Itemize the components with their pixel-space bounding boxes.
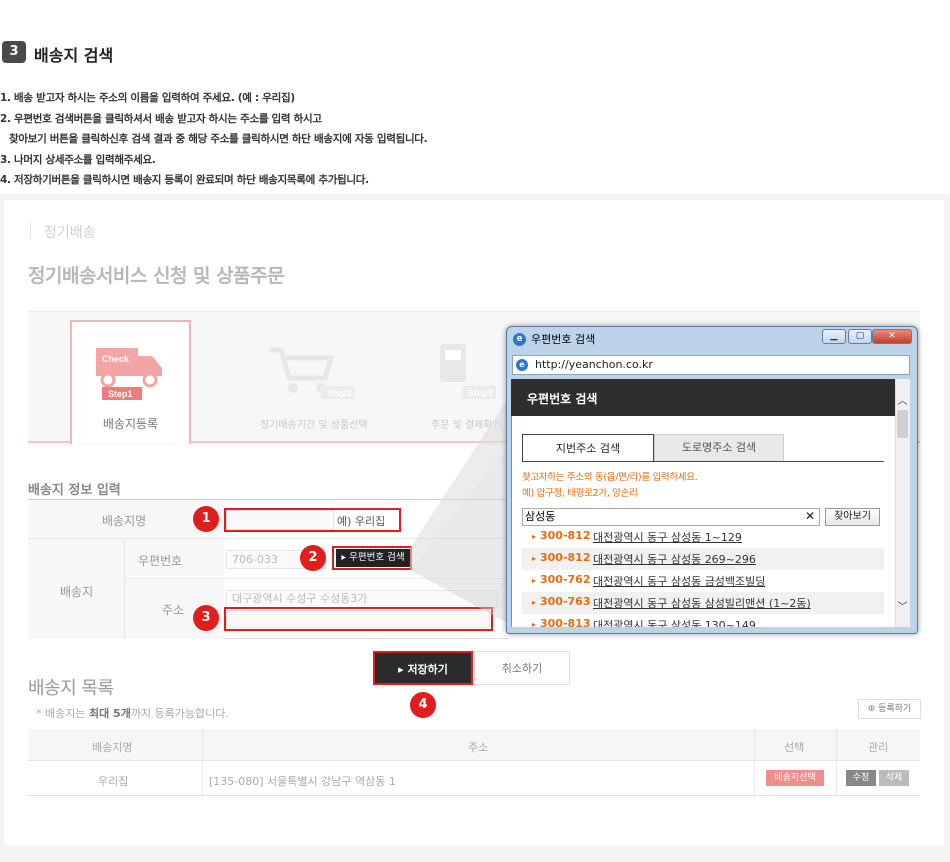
col-divider: [202, 729, 203, 796]
column-header-manage: 관리: [868, 741, 889, 754]
address-list-title: 배송지 목록: [28, 678, 114, 699]
delete-address-button[interactable]: 삭제: [879, 770, 909, 786]
tab-underline: [522, 461, 884, 462]
step-1-tag: Step1: [108, 389, 133, 399]
bullet-icon: ▸: [532, 620, 537, 627]
highlight-box-1: [224, 508, 401, 532]
browser-icon: e: [513, 333, 526, 346]
marker-3: 3: [193, 605, 219, 631]
cancel-button[interactable]: 취소하기: [474, 651, 570, 685]
guide-line-1: 1. 배송 받고자 하시는 주소의 이름을 입력하여 주세요. (예 : 우리집…: [0, 92, 295, 104]
cart-icon: Step2: [269, 347, 355, 399]
plus-circle-icon: ⊕: [867, 704, 879, 714]
row-address: [135-080] 서울특별시 강남구 역삼동 1: [209, 775, 396, 788]
column-header-select: 선택: [784, 741, 805, 754]
search-example: 예) 압구정, 태평로2가, 양손리: [522, 488, 638, 499]
address-input[interactable]: 대구광역시 수성구 수성동3가: [226, 590, 498, 608]
address-bar[interactable]: http://yeanchon.co.kr: [512, 355, 910, 375]
result-row[interactable]: ▸ 300-813 대전광역시 동구 삼성동 130~149: [522, 614, 884, 627]
guide-line-4: 4. 저장하기버튼을 클릭하시면 배송지 등록이 완료되며 하단 배송지목록에 …: [0, 174, 369, 186]
tab-lot-address[interactable]: 지번주소 검색: [522, 434, 654, 462]
page-icon: e: [516, 359, 528, 371]
popup-header-title: 우편번호 검색: [527, 392, 598, 406]
highlight-box-3: [224, 607, 493, 631]
addr-label: 주소: [162, 603, 185, 617]
select-address-button[interactable]: 배송지선택: [766, 770, 824, 786]
result-row[interactable]: ▸ 300-812 대전광역시 동구 삼성동 269~296: [522, 548, 884, 570]
col-divider: [124, 539, 125, 639]
close-button[interactable]: ✕: [872, 329, 912, 344]
find-button[interactable]: 찾아보기: [825, 508, 880, 526]
truck-icon-text: Check: [102, 354, 130, 364]
search-hint: 찾고자하는 주소의 동(읍/면/리)를 입력하세요.: [522, 472, 698, 483]
minimize-button[interactable]: ▁: [822, 329, 846, 344]
maximize-button[interactable]: ▢: [848, 329, 872, 344]
result-row[interactable]: ▸ 300-812 대전광역시 동구 삼성동 1~129: [522, 526, 884, 548]
step-3-label: 주문 및 결제확인: [431, 420, 502, 431]
column-header-address: 주소: [468, 741, 489, 754]
dong-search-input[interactable]: 삼성동: [522, 508, 820, 526]
address-form-title: 배송지 정보 입력: [28, 483, 121, 498]
address-group-label: 배송지: [60, 585, 94, 599]
register-address-button[interactable]: ⊕ 등록하기: [858, 699, 921, 719]
save-button[interactable]: ▸ 저장하기: [373, 651, 473, 685]
col-divider: [754, 729, 755, 796]
result-address[interactable]: 대전광역시 동구 삼성동 1~129: [593, 529, 742, 545]
close-icon: ✕: [888, 331, 896, 341]
result-address[interactable]: 대전광역시 동구 삼성동 금성백조빌딩: [593, 573, 765, 589]
bullet-icon: ▸: [532, 576, 537, 585]
bullet-icon: ▸: [532, 532, 537, 541]
step-3-tag: Step3: [468, 388, 493, 398]
row-name: 우리집: [98, 775, 129, 788]
marker-1: 1: [193, 506, 219, 532]
step-2-label: 정기배송기간 및 상품선택: [260, 420, 368, 431]
scroll-down-icon[interactable]: ﹀: [895, 598, 910, 614]
result-zip: 300-812: [540, 551, 591, 564]
scroll-thumb[interactable]: [897, 410, 908, 438]
edit-address-button[interactable]: 수정: [846, 770, 876, 786]
address-list-note: * 배송지는 최대 5개까지 등록가능합니다.: [36, 707, 229, 720]
scroll-up-icon[interactable]: ︿: [895, 392, 910, 408]
step-number-badge: 3: [2, 41, 26, 63]
name-label: 배송지명: [102, 514, 147, 528]
row-divider-2: [124, 578, 508, 579]
zip-label: 우편번호: [138, 554, 183, 568]
result-zip: 300-762: [540, 573, 591, 586]
result-address[interactable]: 대전광역시 동구 삼성동 삼성빌리맨션 (1~2동): [593, 595, 811, 611]
result-zip: 300-813: [540, 617, 591, 627]
save-button-label: 저장하기: [407, 663, 448, 676]
marker-4: 4: [410, 692, 436, 718]
step-2-tag: Step2: [327, 388, 352, 398]
guide-title: 배송지 검색: [34, 46, 114, 65]
column-header-name: 배송지명: [92, 741, 133, 754]
breadcrumb[interactable]: 정기배송: [44, 222, 96, 242]
result-address[interactable]: 대전광역시 동구 삼성동 130~149: [593, 617, 756, 627]
truck-icon: Check Step1: [96, 348, 162, 400]
payment-icon: Step3: [440, 344, 496, 399]
result-zip: 300-763: [540, 595, 591, 608]
page-title: 정기배송서비스 신청 및 상품주문: [28, 265, 285, 287]
marker-2: 2: [300, 545, 326, 571]
result-row[interactable]: ▸ 300-762 대전광역시 동구 삼성동 금성백조빌딩: [522, 570, 884, 592]
guide-line-2: 2. 우편번호 검색버튼을 클릭하셔서 배송 받고자 하시는 주소를 입력 하시…: [0, 113, 322, 125]
window-title: 우편번호 검색: [531, 333, 596, 346]
result-address[interactable]: 대전광역시 동구 삼성동 269~296: [593, 551, 756, 567]
guide-line-2b: 찾아보기 버튼을 클릭하신후 검색 결과 중 해당 주소를 클릭하시면 하단 배…: [9, 133, 428, 145]
breadcrumb-divider: [30, 222, 31, 238]
step-1-label: 배송지등록: [102, 417, 159, 431]
bullet-icon: ▸: [532, 598, 537, 607]
tab-road-address[interactable]: 도로명주소 검색: [654, 434, 784, 461]
clear-icon[interactable]: ✕: [805, 509, 815, 523]
guide-line-3: 3. 나머지 상세주소를 입력해주세요.: [0, 154, 156, 166]
result-zip: 300-812: [540, 529, 591, 542]
result-row[interactable]: ▸ 300-763 대전광역시 동구 삼성동 삼성빌리맨션 (1~2동): [522, 592, 884, 614]
bullet-icon: ▸: [532, 554, 537, 563]
highlight-box-2: [332, 546, 412, 570]
col-divider: [836, 729, 837, 796]
